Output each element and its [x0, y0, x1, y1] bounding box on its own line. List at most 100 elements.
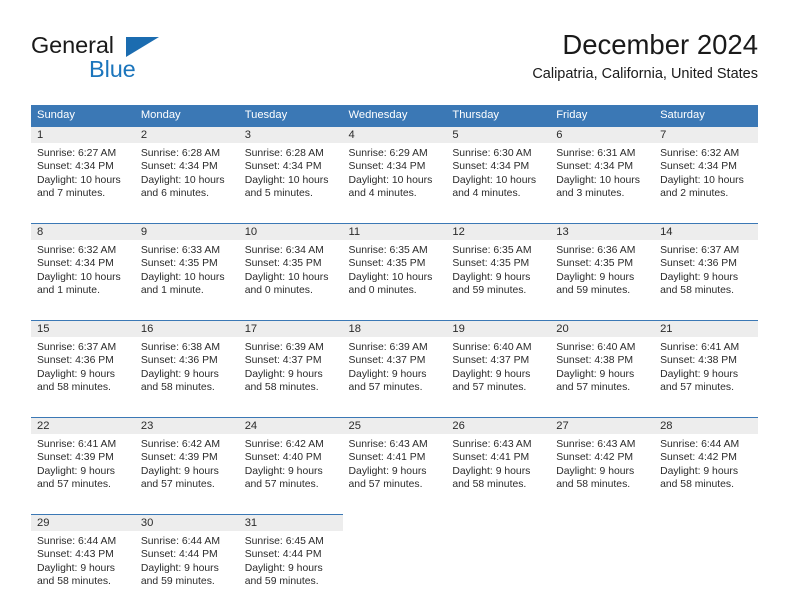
day-daylight-text-line2: and 58 minutes.: [244, 382, 319, 394]
day-sun-info: Sunrise: 6:29 AM Sunset: 4:34 PM Daylight:…: [343, 143, 447, 201]
day-daylight-text-line1: Daylight: 9 hours: [244, 562, 323, 574]
day-number: 26: [446, 418, 551, 434]
day-sunset-text: Sunset: 4:37 PM: [244, 355, 322, 367]
day-cell[interactable]: 11 Sunrise: 6:35 AM Sunset: 4:35 PM Dayligh…: [342, 223, 447, 312]
day-sunrise-text: Sunrise: 6:36 AM: [556, 245, 636, 256]
day-cell[interactable]: 8 Sunrise: 6:32 AM Sunset: 4:34 PM Daylight…: [31, 223, 135, 312]
day-daylight-text-line1: Daylight: 9 hours: [140, 368, 219, 380]
day-daylight-text-line1: Daylight: 9 hours: [348, 368, 427, 380]
calendar-day-cell: 26 Sunrise: 6:43 AM Sunset: 4:41 PM Dayligh…: [446, 417, 551, 506]
day-sunset-text: Sunset: 4:36 PM: [660, 258, 737, 270]
day-cell[interactable]: 24 Sunrise: 6:42 AM Sunset: 4:40 PM Dayligh…: [238, 417, 343, 506]
day-daylight-text-line2: and 57 minutes.: [140, 479, 215, 491]
day-sunset-text: Sunset: 4:42 PM: [660, 452, 737, 464]
calendar-day-cell: 8 Sunrise: 6:32 AM Sunset: 4:34 PM Daylight…: [31, 223, 135, 312]
day-cell[interactable]: 3 Sunrise: 6:28 AM Sunset: 4:34 PM Daylight…: [238, 126, 343, 215]
day-number: 17: [238, 321, 343, 337]
day-sun-info: Sunrise: 6:44 AM Sunset: 4:44 PM Daylight:…: [135, 531, 239, 589]
day-sun-info: Sunrise: 6:45 AM Sunset: 4:44 PM Daylight:…: [239, 531, 343, 589]
day-cell[interactable]: 2 Sunrise: 6:28 AM Sunset: 4:34 PM Daylight…: [134, 126, 239, 215]
day-sunrise-text: Sunrise: 6:27 AM: [37, 148, 117, 159]
day-daylight-text-line2: and 57 minutes.: [660, 382, 734, 394]
day-sunset-text: Sunset: 4:40 PM: [244, 452, 322, 464]
day-number: 19: [446, 321, 551, 337]
day-cell[interactable]: 10 Sunrise: 6:34 AM Sunset: 4:35 PM Dayligh…: [238, 223, 343, 312]
day-cell[interactable]: 25 Sunrise: 6:43 AM Sunset: 4:41 PM Dayligh…: [342, 417, 447, 506]
day-cell[interactable]: 6 Sunrise: 6:31 AM Sunset: 4:34 PM Daylight…: [550, 126, 655, 215]
day-sunset-text: Sunset: 4:41 PM: [348, 452, 426, 464]
day-number: [654, 514, 758, 530]
calendar-page: General Blue December 2024 Calipatria, C…: [0, 0, 792, 612]
day-number: 29: [31, 515, 135, 531]
day-cell[interactable]: 23 Sunrise: 6:42 AM Sunset: 4:39 PM Dayligh…: [134, 417, 239, 506]
day-cell[interactable]: 7 Sunrise: 6:32 AM Sunset: 4:34 PM Daylight…: [654, 126, 758, 215]
day-sun-info: Sunrise: 6:35 AM Sunset: 4:35 PM Daylight:…: [343, 240, 447, 298]
day-sunrise-text: Sunrise: 6:43 AM: [556, 439, 636, 450]
day-daylight-text-line1: Daylight: 10 hours: [556, 174, 640, 186]
day-sunrise-text: Sunrise: 6:42 AM: [140, 439, 220, 450]
day-cell[interactable]: 15 Sunrise: 6:37 AM Sunset: 4:36 PM Dayligh…: [31, 320, 135, 409]
day-cell-empty: [550, 514, 655, 603]
calendar-day-cell: 13 Sunrise: 6:36 AM Sunset: 4:35 PM Dayligh…: [550, 223, 655, 312]
day-cell[interactable]: 27 Sunrise: 6:43 AM Sunset: 4:42 PM Dayligh…: [550, 417, 655, 506]
day-sunrise-text: Sunrise: 6:28 AM: [244, 148, 324, 159]
day-cell[interactable]: 4 Sunrise: 6:29 AM Sunset: 4:34 PM Daylight…: [342, 126, 447, 215]
day-daylight-text-line1: Daylight: 9 hours: [660, 368, 739, 380]
day-cell[interactable]: 18 Sunrise: 6:39 AM Sunset: 4:37 PM Dayligh…: [342, 320, 447, 409]
day-cell[interactable]: 16 Sunrise: 6:38 AM Sunset: 4:36 PM Dayligh…: [134, 320, 239, 409]
day-number: 24: [238, 418, 343, 434]
day-number: 10: [238, 224, 343, 240]
day-daylight-text-line2: and 7 minutes.: [37, 188, 106, 200]
day-cell[interactable]: 21 Sunrise: 6:41 AM Sunset: 4:38 PM Dayligh…: [654, 320, 758, 409]
day-cell[interactable]: 29 Sunrise: 6:44 AM Sunset: 4:43 PM Dayligh…: [31, 514, 135, 603]
calendar-day-cell: 15 Sunrise: 6:37 AM Sunset: 4:36 PM Dayligh…: [31, 320, 135, 409]
day-daylight-text-line2: and 6 minutes.: [140, 188, 210, 200]
day-sunset-text: Sunset: 4:44 PM: [244, 549, 322, 561]
day-sunset-text: Sunset: 4:34 PM: [140, 161, 218, 173]
calendar-day-cell: [654, 514, 758, 603]
day-sunset-text: Sunset: 4:34 PM: [37, 161, 114, 173]
calendar-day-cell: 21 Sunrise: 6:41 AM Sunset: 4:38 PM Dayligh…: [654, 320, 758, 409]
day-sunset-text: Sunset: 4:42 PM: [556, 452, 634, 464]
week-spacer: [31, 409, 758, 417]
day-daylight-text-line1: Daylight: 9 hours: [660, 465, 739, 477]
day-cell[interactable]: 31 Sunrise: 6:45 AM Sunset: 4:44 PM Dayligh…: [238, 514, 343, 603]
weekday-header-sunday: Sunday: [31, 105, 135, 126]
page-subtitle: Calipatria, California, United States: [532, 65, 758, 82]
day-cell[interactable]: 26 Sunrise: 6:43 AM Sunset: 4:41 PM Dayligh…: [446, 417, 551, 506]
day-cell[interactable]: 1 Sunrise: 6:27 AM Sunset: 4:34 PM Daylight…: [31, 126, 135, 215]
day-cell[interactable]: 12 Sunrise: 6:35 AM Sunset: 4:35 PM Dayligh…: [446, 223, 551, 312]
day-daylight-text-line2: and 57 minutes.: [556, 382, 631, 394]
day-cell[interactable]: 28 Sunrise: 6:44 AM Sunset: 4:42 PM Dayligh…: [654, 417, 758, 506]
day-cell[interactable]: 5 Sunrise: 6:30 AM Sunset: 4:34 PM Daylight…: [446, 126, 551, 215]
day-daylight-text-line1: Daylight: 9 hours: [556, 465, 635, 477]
day-daylight-text-line2: and 58 minutes.: [140, 382, 215, 394]
day-daylight-text-line1: Daylight: 9 hours: [452, 465, 531, 477]
week-spacer: [31, 506, 758, 514]
day-number: 15: [31, 321, 135, 337]
calendar-week-row: 15 Sunrise: 6:37 AM Sunset: 4:36 PM Dayligh…: [31, 320, 758, 409]
day-cell-empty: [654, 514, 758, 603]
day-daylight-text-line2: and 57 minutes.: [452, 382, 527, 394]
week-spacer-cell: [31, 312, 758, 320]
day-cell[interactable]: 17 Sunrise: 6:39 AM Sunset: 4:37 PM Dayligh…: [238, 320, 343, 409]
day-daylight-text-line2: and 57 minutes.: [348, 479, 423, 491]
day-cell[interactable]: 14 Sunrise: 6:37 AM Sunset: 4:36 PM Dayligh…: [654, 223, 758, 312]
day-sun-info: Sunrise: 6:42 AM Sunset: 4:39 PM Daylight:…: [135, 434, 239, 492]
day-sunset-text: Sunset: 4:36 PM: [37, 355, 114, 367]
day-sunrise-text: Sunrise: 6:43 AM: [452, 439, 532, 450]
day-daylight-text-line1: Daylight: 10 hours: [348, 174, 433, 186]
day-sunset-text: Sunset: 4:35 PM: [452, 258, 530, 270]
day-cell[interactable]: 9 Sunrise: 6:33 AM Sunset: 4:35 PM Daylight…: [134, 223, 239, 312]
day-cell[interactable]: 13 Sunrise: 6:36 AM Sunset: 4:35 PM Dayligh…: [550, 223, 655, 312]
day-cell[interactable]: 19 Sunrise: 6:40 AM Sunset: 4:37 PM Dayligh…: [446, 320, 551, 409]
day-cell[interactable]: 22 Sunrise: 6:41 AM Sunset: 4:39 PM Dayligh…: [31, 417, 135, 506]
logo-text-blue: Blue: [89, 56, 136, 82]
day-cell[interactable]: 30 Sunrise: 6:44 AM Sunset: 4:44 PM Dayligh…: [134, 514, 239, 603]
day-sunrise-text: Sunrise: 6:40 AM: [452, 342, 532, 353]
day-daylight-text-line1: Daylight: 9 hours: [556, 271, 635, 283]
day-number: 7: [654, 127, 758, 143]
day-cell[interactable]: 20 Sunrise: 6:40 AM Sunset: 4:38 PM Dayligh…: [550, 320, 655, 409]
day-sunset-text: Sunset: 4:36 PM: [140, 355, 218, 367]
general-blue-logo[interactable]: General Blue: [31, 33, 211, 90]
